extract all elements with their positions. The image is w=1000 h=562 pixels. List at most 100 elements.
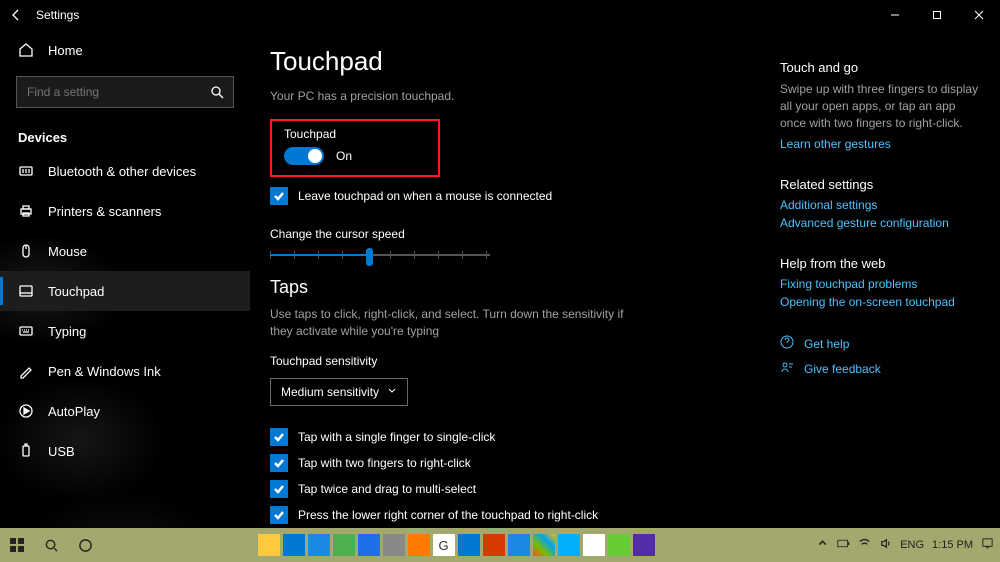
taskbar-app[interactable] <box>608 534 630 556</box>
checkbox-icon <box>270 454 288 472</box>
search-input[interactable] <box>16 76 234 108</box>
search-icon <box>209 84 225 100</box>
system-tray: ENG 1:15 PM <box>810 528 1000 562</box>
taskbar-app[interactable] <box>458 534 480 556</box>
cortana-button[interactable] <box>68 528 102 562</box>
get-help-link[interactable]: Get help <box>780 335 980 352</box>
sidebar-item-touchpad[interactable]: Touchpad <box>0 271 250 311</box>
advanced-gesture-link[interactable]: Advanced gesture configuration <box>780 216 980 230</box>
close-button[interactable] <box>958 0 1000 30</box>
minimize-button[interactable] <box>874 0 916 30</box>
tap-corner-checkbox-row[interactable]: Press the lower right corner of the touc… <box>270 506 740 524</box>
touch-go-title: Touch and go <box>780 60 980 75</box>
sidebar-item-label: Typing <box>48 324 86 339</box>
taskbar-app[interactable] <box>283 534 305 556</box>
taskbar-app[interactable] <box>308 534 330 556</box>
sidebar-item-label: Pen & Windows Ink <box>48 364 161 379</box>
leave-mouse-checkbox-row[interactable]: Leave touchpad on when a mouse is connec… <box>270 187 740 205</box>
give-feedback-link[interactable]: Give feedback <box>780 360 980 377</box>
taps-description: Use taps to click, right-click, and sele… <box>270 306 640 340</box>
window-title: Settings <box>36 8 79 22</box>
taskbar-app[interactable] <box>408 534 430 556</box>
sidebar-item-typing[interactable]: Typing <box>0 311 250 351</box>
taskbar-app[interactable] <box>383 534 405 556</box>
taskbar-app[interactable] <box>533 534 555 556</box>
volume-icon[interactable] <box>879 537 892 553</box>
sensitivity-dropdown[interactable]: Medium sensitivity <box>270 378 408 406</box>
leave-mouse-label: Leave touchpad on when a mouse is connec… <box>298 189 552 203</box>
page-title: Touchpad <box>270 46 740 77</box>
help-icon <box>780 335 794 352</box>
search-field[interactable] <box>25 84 209 100</box>
sidebar-section-header: Devices <box>0 114 250 151</box>
sidebar-item-label: Printers & scanners <box>48 204 161 219</box>
sidebar-item-printers[interactable]: Printers & scanners <box>0 191 250 231</box>
back-icon[interactable] <box>8 7 24 23</box>
sidebar-item-label: Mouse <box>48 244 87 259</box>
sidebar-item-mouse[interactable]: Mouse <box>0 231 250 271</box>
checkbox-icon <box>270 428 288 446</box>
taskbar-app[interactable] <box>333 534 355 556</box>
tap-single-checkbox-row[interactable]: Tap with a single finger to single-click <box>270 428 740 446</box>
tray-chevron-icon[interactable] <box>816 537 829 553</box>
sidebar-home-label: Home <box>48 43 83 58</box>
sidebar-item-home[interactable]: Home <box>0 30 250 70</box>
sidebar-item-pen[interactable]: Pen & Windows Ink <box>0 351 250 391</box>
wifi-icon[interactable] <box>858 537 871 553</box>
tap-label: Tap with a single finger to single-click <box>298 430 495 444</box>
help-web-title: Help from the web <box>780 256 980 271</box>
cursor-speed-label: Change the cursor speed <box>270 227 740 241</box>
fixing-touchpad-link[interactable]: Fixing touchpad problems <box>780 277 980 291</box>
tap-label: Press the lower right corner of the touc… <box>298 508 598 522</box>
maximize-button[interactable] <box>916 0 958 30</box>
taskbar-app[interactable] <box>258 534 280 556</box>
sidebar-item-label: Bluetooth & other devices <box>48 164 196 179</box>
touchpad-icon <box>18 283 34 299</box>
learn-gestures-link[interactable]: Learn other gestures <box>780 137 980 151</box>
page: Touchpad Your PC has a precision touchpa… <box>250 30 770 528</box>
sidebar-item-usb[interactable]: USB <box>0 431 250 471</box>
taskbar-app[interactable] <box>583 534 605 556</box>
taskbar-app[interactable] <box>358 534 380 556</box>
additional-settings-link[interactable]: Additional settings <box>780 198 980 212</box>
toggle-state: On <box>336 149 352 163</box>
touchpad-toggle[interactable] <box>284 147 324 165</box>
battery-icon[interactable] <box>837 537 850 553</box>
sensitivity-value: Medium sensitivity <box>281 385 379 399</box>
sidebar-item-label: USB <box>48 444 75 459</box>
taskbar-search-button[interactable] <box>34 528 68 562</box>
taskbar-app[interactable] <box>508 534 530 556</box>
precision-text: Your PC has a precision touchpad. <box>270 89 740 103</box>
sidebar-item-label: Touchpad <box>48 284 104 299</box>
feedback-icon <box>780 360 794 377</box>
taskbar-app[interactable] <box>558 534 580 556</box>
cursor-speed-slider[interactable] <box>270 247 490 263</box>
checkbox-icon <box>270 506 288 524</box>
sidebar: Home Devices Bluetooth & other devices P… <box>0 30 250 528</box>
autoplay-icon <box>18 403 34 419</box>
touchpad-toggle-group: Touchpad On <box>270 119 440 177</box>
bluetooth-icon <box>18 163 34 179</box>
tap-drag-checkbox-row[interactable]: Tap twice and drag to multi-select <box>270 480 740 498</box>
language-indicator[interactable]: ENG <box>900 539 924 551</box>
taskbar: G ENG 1:15 PM <box>0 528 1000 562</box>
tap-two-checkbox-row[interactable]: Tap with two fingers to right-click <box>270 454 740 472</box>
sidebar-item-autoplay[interactable]: AutoPlay <box>0 391 250 431</box>
taskbar-app[interactable] <box>483 534 505 556</box>
sidebar-item-label: AutoPlay <box>48 404 100 419</box>
taskbar-app[interactable]: G <box>433 534 455 556</box>
start-button[interactable] <box>0 528 34 562</box>
taps-heading: Taps <box>270 277 740 298</box>
sidebar-item-bluetooth[interactable]: Bluetooth & other devices <box>0 151 250 191</box>
action-center-icon[interactable] <box>981 537 994 553</box>
printer-icon <box>18 203 34 219</box>
toggle-label: Touchpad <box>284 127 426 141</box>
clock[interactable]: 1:15 PM <box>932 539 973 551</box>
related-title: Related settings <box>780 177 980 192</box>
tap-label: Tap with two fingers to right-click <box>298 456 471 470</box>
sensitivity-label: Touchpad sensitivity <box>270 354 740 368</box>
taskbar-app[interactable] <box>633 534 655 556</box>
tap-label: Tap twice and drag to multi-select <box>298 482 476 496</box>
onscreen-touchpad-link[interactable]: Opening the on-screen touchpad <box>780 295 980 309</box>
home-icon <box>18 42 34 58</box>
